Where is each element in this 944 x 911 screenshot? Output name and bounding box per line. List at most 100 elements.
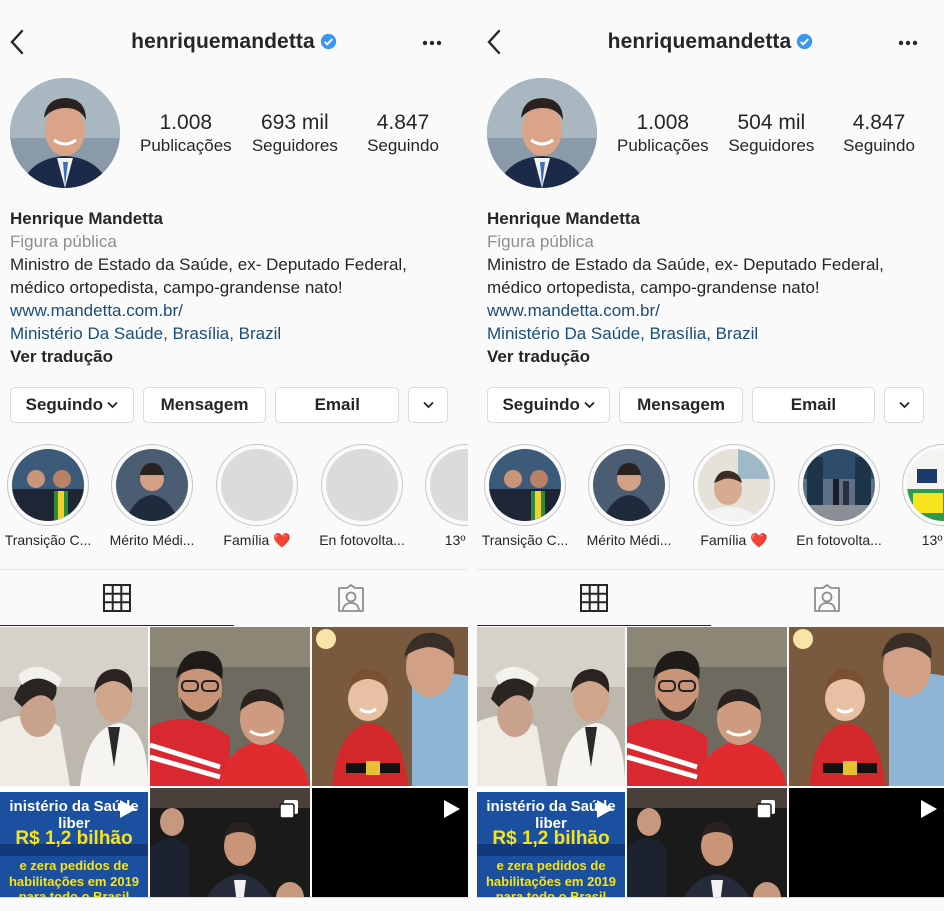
carousel-icon [279, 800, 298, 819]
video-play-icon [444, 800, 460, 818]
profile-bio: Henrique Mandetta Figura pública Ministr… [10, 207, 460, 368]
post-thumbnail[interactable] [0, 627, 148, 786]
highlight-item[interactable]: Mérito Médi... [100, 444, 204, 548]
message-button[interactable]: Mensagem [619, 387, 743, 423]
highlight-cover-placeholder [326, 449, 398, 521]
post-thumbnail[interactable] [312, 627, 468, 786]
location-link[interactable]: Ministério Da Saúde, Brasília, Brazil [10, 322, 460, 345]
see-translation-link[interactable]: Ver tradução [10, 345, 460, 368]
highlight-item[interactable]: Transição C... [0, 444, 100, 548]
top-bar: henriquemandetta [477, 0, 944, 88]
profile-tabs [0, 570, 468, 626]
verified-badge-icon [797, 33, 813, 50]
chevron-down-icon [584, 401, 595, 409]
highlight-cover [593, 449, 665, 521]
highlight-item[interactable]: En fotovolta... [787, 444, 891, 548]
more-options-icon[interactable] [422, 40, 442, 46]
story-highlights: Transição C... Mérito Médi... Família ❤️… [0, 444, 468, 554]
post-thumbnail-video[interactable] [312, 788, 468, 911]
bottom-nav-bar [0, 897, 468, 911]
highlight-cover [12, 449, 84, 521]
following-button[interactable]: Seguindo [487, 387, 611, 423]
location-link[interactable]: Ministério Da Saúde, Brasília, Brazil [487, 322, 937, 345]
profile-actions: Seguindo Mensagem Email [487, 387, 924, 423]
highlight-item[interactable]: Transição C... [477, 444, 577, 548]
highlight-cover [489, 449, 561, 521]
post-thumbnail-carousel[interactable] [150, 788, 310, 911]
followers-count[interactable]: 693 mil Seguidores [250, 110, 340, 156]
bio-line: médico ortopedista, campo-grandense nato… [487, 278, 820, 297]
highlight-item[interactable]: Família ❤️ [682, 444, 786, 549]
highlight-cover [698, 449, 770, 521]
bottom-nav-bar [477, 897, 944, 911]
highlight-item[interactable]: En fotovolta... [310, 444, 414, 548]
highlight-cover-placeholder [221, 449, 293, 521]
highlight-item[interactable]: 13º Co [414, 444, 468, 548]
profile-screen-before: henriquemandetta 1.008 Publicações 693 mi… [0, 0, 468, 911]
post-thumbnail-video[interactable]: inistério da Saúde liber R$ 1,2 bilhão e… [0, 788, 148, 911]
category-label: Figura pública [10, 232, 117, 251]
video-play-icon [597, 800, 613, 818]
highlight-cover [116, 449, 188, 521]
full-name: Henrique Mandetta [487, 209, 641, 228]
post-thumbnail[interactable] [150, 627, 310, 786]
bio-line: Ministro de Estado da Saúde, ex- Deputad… [487, 255, 884, 274]
highlight-cover-placeholder [430, 449, 468, 521]
email-button[interactable]: Email [751, 387, 876, 423]
posts-count[interactable]: 1.008 Publicações [617, 110, 709, 156]
full-name: Henrique Mandetta [10, 209, 164, 228]
bio-line: Ministro de Estado da Saúde, ex- Deputad… [10, 255, 407, 274]
carousel-icon [756, 800, 775, 819]
following-button[interactable]: Seguindo [10, 387, 134, 423]
highlight-cover [907, 449, 944, 521]
see-translation-link[interactable]: Ver tradução [487, 345, 937, 368]
tab-tagged[interactable] [711, 570, 944, 626]
chevron-down-icon [898, 401, 910, 409]
bio-line: médico ortopedista, campo-grandense nato… [10, 278, 343, 297]
post-thumbnail-carousel[interactable] [627, 788, 787, 911]
video-play-icon [120, 800, 136, 818]
profile-avatar[interactable] [10, 78, 120, 188]
chevron-down-icon [107, 401, 118, 409]
posts-grid: inistério da Saúde liber R$ 1,2 bilhão e… [477, 627, 944, 911]
followers-count[interactable]: 504 mil Seguidores [726, 110, 816, 156]
post-thumbnail[interactable] [627, 627, 787, 786]
tab-tagged[interactable] [234, 570, 468, 626]
suggestions-dropdown-button[interactable] [408, 387, 449, 423]
grid-icon [103, 584, 131, 612]
tagged-user-icon [814, 584, 841, 612]
highlight-cover [803, 449, 875, 521]
video-play-icon [921, 800, 937, 818]
website-link[interactable]: www.mandetta.com.br/ [10, 299, 460, 322]
profile-actions: Seguindo Mensagem Email [10, 387, 449, 423]
chevron-down-icon [422, 401, 434, 409]
profile-bio: Henrique Mandetta Figura pública Ministr… [487, 207, 937, 368]
posts-count[interactable]: 1.008 Publicações [140, 110, 232, 156]
post-thumbnail-video[interactable]: inistério da Saúde liber R$ 1,2 bilhão e… [477, 788, 625, 911]
profile-username: henriquemandetta [0, 30, 468, 54]
tab-grid[interactable] [477, 570, 711, 626]
profile-avatar[interactable] [487, 78, 597, 188]
highlight-item[interactable]: Família ❤️ [205, 444, 309, 549]
verified-badge-icon [320, 33, 336, 50]
profile-stats: 1.008 Publicações 504 mil Seguidores 4.847… [617, 110, 924, 156]
more-options-icon[interactable] [898, 40, 918, 46]
website-link[interactable]: www.mandetta.com.br/ [487, 299, 937, 322]
story-highlights: Transição C... Mérito Médi... Família ❤️… [477, 444, 944, 554]
tab-grid[interactable] [0, 570, 234, 626]
post-thumbnail[interactable] [789, 627, 944, 786]
profile-stats: 1.008 Publicações 693 mil Seguidores 4.847… [140, 110, 448, 156]
highlight-item[interactable]: Mérito Médi... [577, 444, 681, 548]
message-button[interactable]: Mensagem [142, 387, 267, 423]
profile-screen-after: henriquemandetta 1.008 Publicações 504 mi… [477, 0, 944, 911]
suggestions-dropdown-button[interactable] [884, 387, 924, 423]
profile-username: henriquemandetta [477, 30, 944, 54]
post-thumbnail-video[interactable] [789, 788, 944, 911]
post-thumbnail[interactable] [477, 627, 625, 786]
following-count[interactable]: 4.847 Seguindo [358, 110, 448, 156]
highlight-item[interactable]: 13º Co [891, 444, 944, 548]
email-button[interactable]: Email [275, 387, 400, 423]
following-count[interactable]: 4.847 Seguindo [834, 110, 924, 156]
top-bar: henriquemandetta [0, 0, 468, 88]
grid-icon [579, 584, 608, 612]
